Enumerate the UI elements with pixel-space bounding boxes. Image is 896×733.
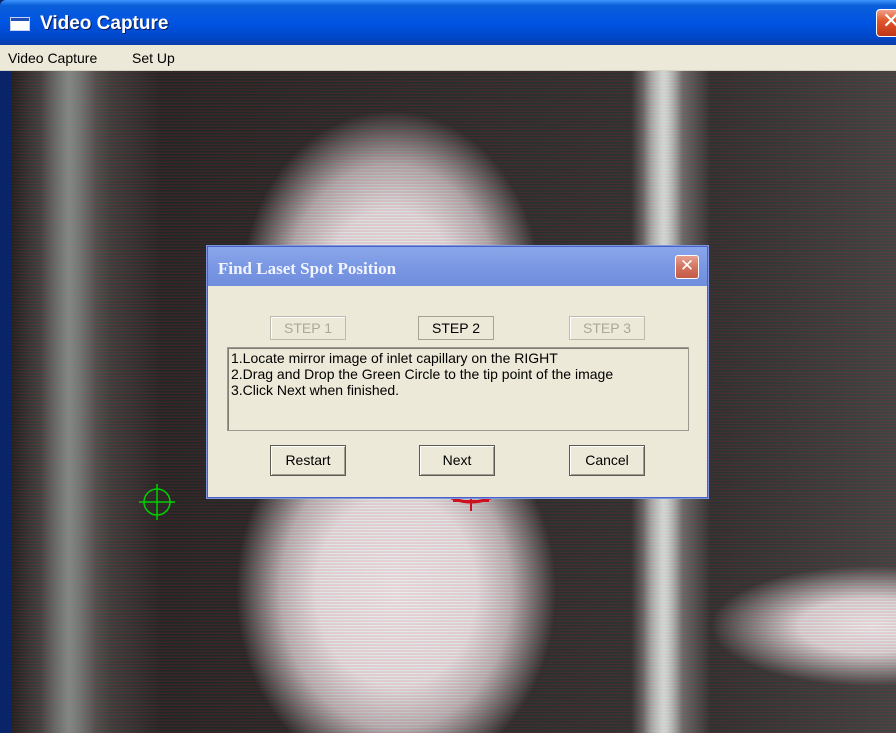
step-1-indicator: STEP 1	[270, 316, 346, 340]
menu-set-up[interactable]: Set Up	[132, 50, 175, 66]
instruction-line: 2.Drag and Drop the Green Circle to the …	[231, 366, 614, 382]
capillary-reflection-left	[41, 71, 96, 733]
dialog-title: Find Laset Spot Position	[218, 259, 397, 278]
instruction-line: 3.Click Next when finished.	[231, 382, 400, 398]
instruction-line: 1.Locate mirror image of inlet capillary…	[231, 350, 558, 366]
window-title: Video Capture	[40, 13, 169, 34]
next-button[interactable]: Next	[419, 445, 495, 476]
step-3-indicator: STEP 3	[569, 316, 645, 340]
video-capture-window: Video Capture ✕ Video Capture Set Up Fin…	[0, 0, 896, 733]
window-icon	[10, 17, 30, 31]
find-laser-spot-dialog: Find Laset Spot Position ✕ STEP 1 STEP 2…	[207, 246, 708, 498]
close-icon[interactable]: ✕	[876, 9, 896, 37]
dialog-close-icon[interactable]: ✕	[675, 255, 699, 279]
instructions-box: 1.Locate mirror image of inlet capillary…	[227, 347, 689, 431]
green-circle-icon[interactable]	[137, 482, 177, 522]
cancel-button[interactable]: Cancel	[569, 445, 645, 476]
restart-button[interactable]: Restart	[270, 445, 346, 476]
menu-video-capture[interactable]: Video Capture	[8, 50, 97, 66]
menu-bar: Video Capture Set Up	[0, 45, 896, 71]
step-2-indicator: STEP 2	[418, 316, 494, 340]
title-bar[interactable]: Video Capture ✕	[0, 0, 896, 45]
dialog-title-bar[interactable]: Find Laset Spot Position ✕	[208, 247, 707, 286]
